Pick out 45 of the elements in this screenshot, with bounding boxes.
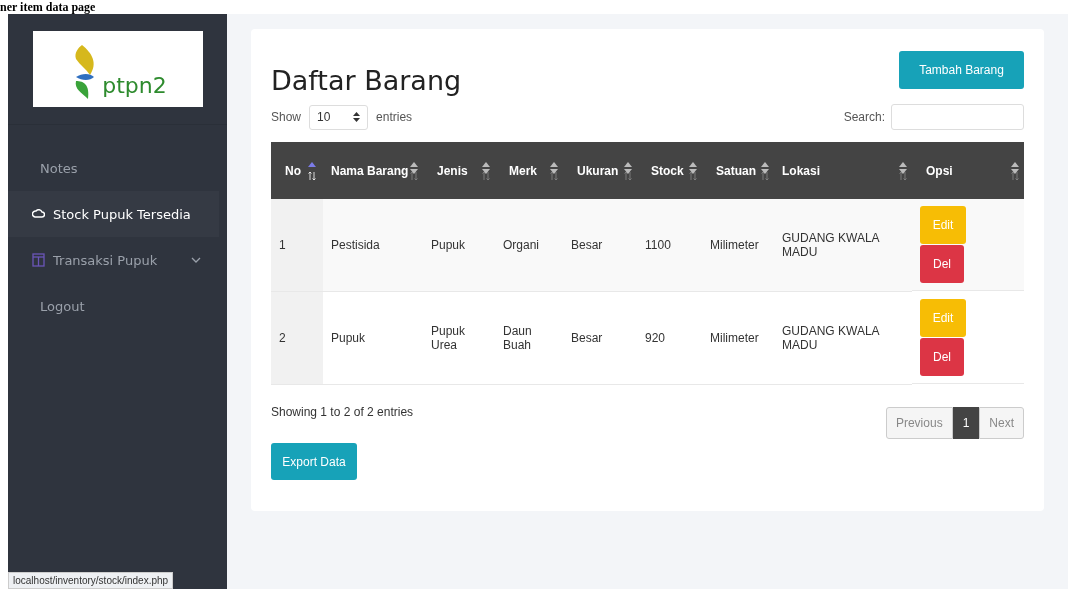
column-header[interactable]: Ukuran bbox=[563, 142, 637, 199]
show-label: Show bbox=[271, 110, 302, 124]
pagination-button[interactable]: 1 bbox=[952, 407, 980, 439]
sidebar-item[interactable]: Transaksi Pupuk bbox=[8, 237, 219, 283]
search-field[interactable] bbox=[891, 104, 1024, 130]
column-header[interactable]: No bbox=[271, 142, 323, 199]
entries-label: entries bbox=[376, 110, 413, 124]
table-cell: GUDANG KWALA MADU bbox=[774, 291, 912, 385]
column-header[interactable]: Stock bbox=[637, 142, 702, 199]
table-cell: Besar bbox=[563, 291, 637, 385]
sidebar-item[interactable]: Notes bbox=[8, 145, 219, 191]
table-cell: Besar bbox=[563, 199, 637, 292]
table-cell: Pupuk bbox=[323, 291, 423, 385]
table-cell: 1 bbox=[271, 199, 323, 292]
entries-select[interactable]: 10 bbox=[309, 104, 369, 130]
entries-info: Showing 1 to 2 of 2 entries bbox=[271, 405, 414, 419]
table-cell: Pestisida bbox=[323, 199, 423, 292]
table-cell: 1100 bbox=[637, 199, 702, 292]
table-cell: Pupuk bbox=[423, 199, 495, 292]
table-cell: Milimeter bbox=[702, 199, 774, 292]
search-label: Search: bbox=[843, 110, 885, 124]
column-header[interactable]: Jenis bbox=[423, 142, 495, 199]
table-cell: Milimeter bbox=[702, 291, 774, 385]
sidebar-item[interactable]: Logout bbox=[8, 283, 219, 329]
column-header[interactable]: Opsi bbox=[912, 142, 1024, 199]
column-header[interactable]: Merk bbox=[495, 142, 563, 199]
delete-button[interactable]: Del bbox=[920, 337, 964, 376]
table-cell: Pupuk Urea bbox=[423, 291, 495, 385]
delete-button[interactable]: Del bbox=[920, 245, 964, 283]
column-header[interactable]: Lokasi bbox=[774, 142, 912, 199]
table-cell: 920 bbox=[637, 291, 702, 385]
cloud-icon bbox=[32, 209, 45, 219]
page-heading: ner item data page bbox=[0, 0, 97, 14]
table-cell: GUDANG KWALA MADU bbox=[774, 199, 912, 292]
logo-text: ptpn2 bbox=[102, 75, 167, 100]
sidebar-item[interactable]: Stock Pupuk Tersedia bbox=[8, 191, 219, 237]
table-cell: Daun Buah bbox=[495, 291, 563, 385]
panel-icon bbox=[32, 253, 45, 267]
column-header[interactable]: Nama Barang bbox=[323, 142, 423, 199]
column-header[interactable]: Satuan bbox=[702, 142, 774, 199]
status-url: localhost/inventory/stock/index.php bbox=[8, 572, 174, 589]
page-title: Daftar Barang bbox=[271, 65, 462, 96]
updown-icon bbox=[353, 112, 361, 122]
table-cell: Organi bbox=[495, 199, 563, 292]
table-cell: 2 bbox=[271, 291, 323, 385]
